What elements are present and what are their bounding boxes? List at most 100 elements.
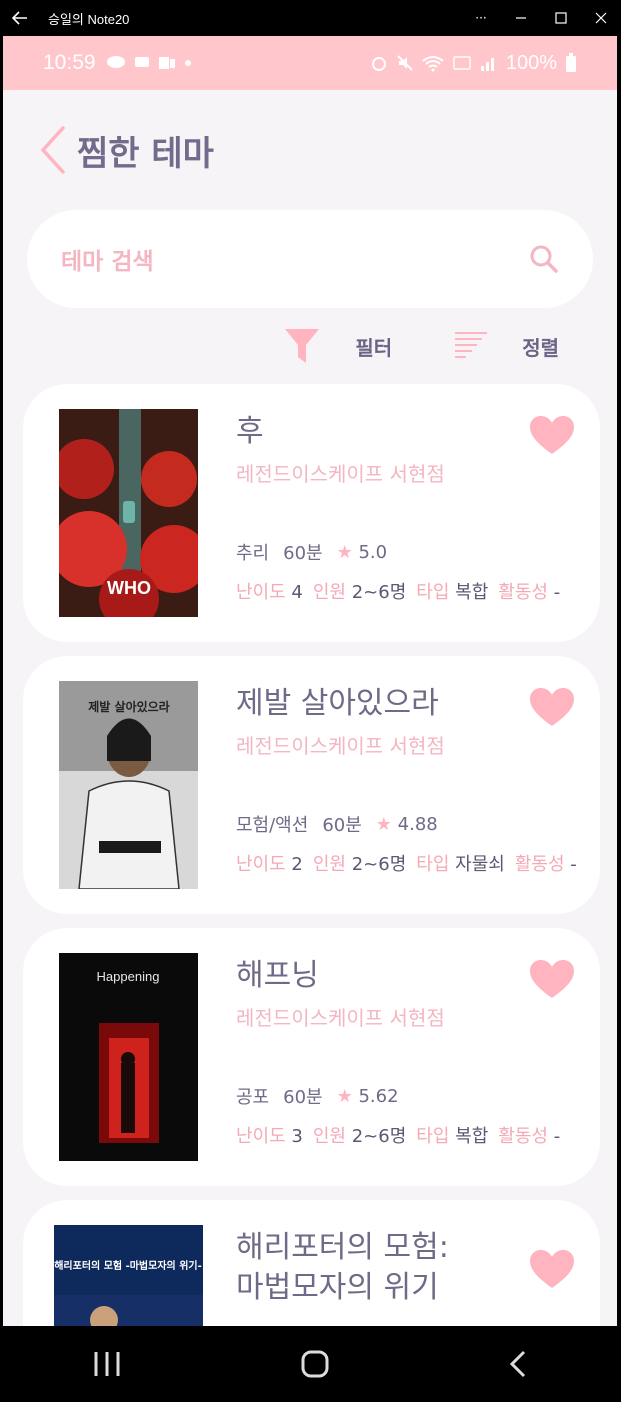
theme-activity: -: [553, 1126, 561, 1147]
theme-store: 레전드이스케이프 서현점: [236, 734, 445, 758]
theme-poster: Happening: [59, 953, 198, 1161]
heart-icon[interactable]: [528, 958, 576, 1000]
dot-icon: [184, 60, 191, 66]
filter-button[interactable]: 필터: [283, 327, 392, 365]
star-icon: ★: [375, 813, 392, 835]
theme-poster: WHO: [59, 409, 198, 617]
theme-rating: 5.62: [358, 1085, 399, 1107]
difficulty-label: 난이도: [236, 582, 286, 603]
theme-poster: 해리포터의 모험 -마법모자의 위기-: [54, 1225, 203, 1326]
players-label: 인원: [312, 582, 346, 603]
filter-label: 필터: [355, 335, 393, 360]
window-back-button[interactable]: [0, 0, 40, 36]
type-label: 타입: [416, 1126, 450, 1147]
sort-icon: [455, 332, 488, 358]
alarm-icon: [371, 57, 386, 71]
theme-type: 복합: [455, 1126, 489, 1147]
window-maximize-button[interactable]: [541, 0, 581, 36]
wifi-icon: [422, 56, 444, 72]
poster-title: 해리포터의 모험 -마법모자의 위기-: [54, 1259, 202, 1272]
arrow-left-icon: [12, 11, 27, 25]
theme-card[interactable]: 해리포터의 모험 -마법모자의 위기- 해리포터의 모험: 마법모자의 위기: [23, 1200, 600, 1326]
poster-title: WHO: [107, 578, 151, 598]
theme-poster: 제발 살아있으라: [59, 681, 198, 889]
signal-icon: [480, 58, 494, 71]
hd-voice-icon: [453, 56, 471, 70]
sort-label: 정렬: [522, 335, 559, 360]
screen-icon: [158, 57, 175, 69]
theme-specs: 난이도 3 인원 2~6명 타입 복합 활동성 -: [236, 1122, 560, 1148]
theme-difficulty: 3: [291, 1126, 303, 1147]
activity-label: 활동성: [514, 854, 565, 875]
window-close-button[interactable]: [581, 0, 621, 36]
window-title: 승일의 Note20: [48, 11, 130, 27]
players-label: 인원: [312, 1126, 346, 1147]
maximize-icon: [555, 12, 567, 24]
theme-specs: 난이도 2 인원 2~6명 타입 자물쇠 활동성 -: [236, 850, 577, 876]
list-toolbar: 필터 정렬: [3, 308, 617, 384]
battery-icon: [566, 53, 576, 72]
poster-title: 제발 살아있으라: [88, 699, 169, 714]
search-icon[interactable]: [529, 244, 559, 274]
theme-rating: 4.88: [397, 813, 438, 835]
theme-genre: 모험/액션: [236, 815, 309, 836]
heart-icon[interactable]: [528, 414, 576, 456]
theme-meta: 추리 60분 ★ 5.0: [236, 539, 387, 565]
theme-card[interactable]: WHO 후 레전드이스케이프 서현점 추리 60분 ★ 5.0 난이도 4 인원…: [23, 384, 600, 642]
mute-icon: [397, 55, 413, 71]
search-bar[interactable]: 테마 검색: [27, 210, 593, 308]
talk-icon: [106, 56, 125, 68]
star-icon: ★: [336, 1085, 353, 1107]
search-input[interactable]: 테마 검색: [61, 242, 529, 276]
theme-duration: 60분: [283, 1087, 323, 1108]
star-icon: ★: [336, 541, 353, 563]
type-label: 타입: [416, 854, 450, 875]
theme-activity: -: [553, 582, 561, 603]
back-icon[interactable]: [508, 1349, 528, 1379]
status-time: 10:59: [43, 51, 96, 74]
theme-players: 2~6명: [351, 854, 407, 875]
sort-button[interactable]: 정렬: [454, 330, 559, 362]
home-icon[interactable]: [300, 1349, 330, 1379]
theme-meta: 공포 60분 ★ 5.62: [236, 1083, 399, 1109]
theme-rating: 5.0: [358, 541, 388, 563]
theme-card[interactable]: 제발 살아있으라 제발 살아있으라 레전드이스케이프 서현점 모험/액션 60분…: [23, 656, 600, 914]
theme-type: 복합: [455, 582, 489, 603]
phone-screen: 10:59 100% 찜한 테마 테마 검색 필터 정렬 WHO 후 레전드이스…: [3, 36, 617, 1326]
back-chevron-icon[interactable]: [39, 125, 67, 175]
difficulty-label: 난이도: [236, 1126, 286, 1147]
difficulty-label: 난이도: [236, 854, 286, 875]
window-more-button[interactable]: ···: [461, 0, 501, 36]
theme-card[interactable]: Happening 해프닝 레전드이스케이프 서현점 공포 60분 ★ 5.62…: [23, 928, 600, 1186]
theme-specs: 난이도 4 인원 2~6명 타입 복합 활동성 -: [236, 578, 560, 604]
page-header: 찜한 테마: [3, 90, 617, 210]
more-icon: ···: [475, 11, 487, 25]
theme-duration: 60분: [322, 815, 362, 836]
theme-list: WHO 후 레전드이스케이프 서현점 추리 60분 ★ 5.0 난이도 4 인원…: [3, 384, 617, 1326]
status-bar: 10:59 100%: [3, 36, 617, 90]
players-label: 인원: [312, 854, 346, 875]
heart-icon[interactable]: [528, 686, 576, 728]
close-icon: [595, 12, 607, 24]
theme-difficulty: 4: [291, 582, 303, 603]
theme-players: 2~6명: [351, 582, 407, 603]
message-icon: [134, 57, 149, 67]
theme-duration: 60분: [283, 543, 323, 564]
window-titlebar: 승일의 Note20 ···: [0, 0, 621, 36]
system-nav-bar: [3, 1326, 617, 1402]
activity-label: 활동성: [498, 582, 548, 603]
theme-genre: 공포: [236, 1087, 270, 1108]
heart-icon[interactable]: [528, 1248, 576, 1290]
theme-difficulty: 2: [291, 854, 303, 875]
theme-type: 자물쇠: [455, 854, 505, 875]
theme-store: 레전드이스케이프 서현점: [236, 1006, 445, 1030]
theme-store: 레전드이스케이프 서현점: [236, 462, 445, 486]
page-title: 찜한 테마: [77, 133, 214, 174]
window-minimize-button[interactable]: [501, 0, 541, 36]
filter-icon: [285, 329, 320, 363]
theme-meta: 모험/액션 60분 ★ 4.88: [236, 811, 438, 837]
theme-genre: 추리: [236, 543, 270, 564]
recent-apps-icon[interactable]: [92, 1350, 122, 1378]
theme-activity: -: [570, 854, 577, 875]
type-label: 타입: [416, 582, 450, 603]
